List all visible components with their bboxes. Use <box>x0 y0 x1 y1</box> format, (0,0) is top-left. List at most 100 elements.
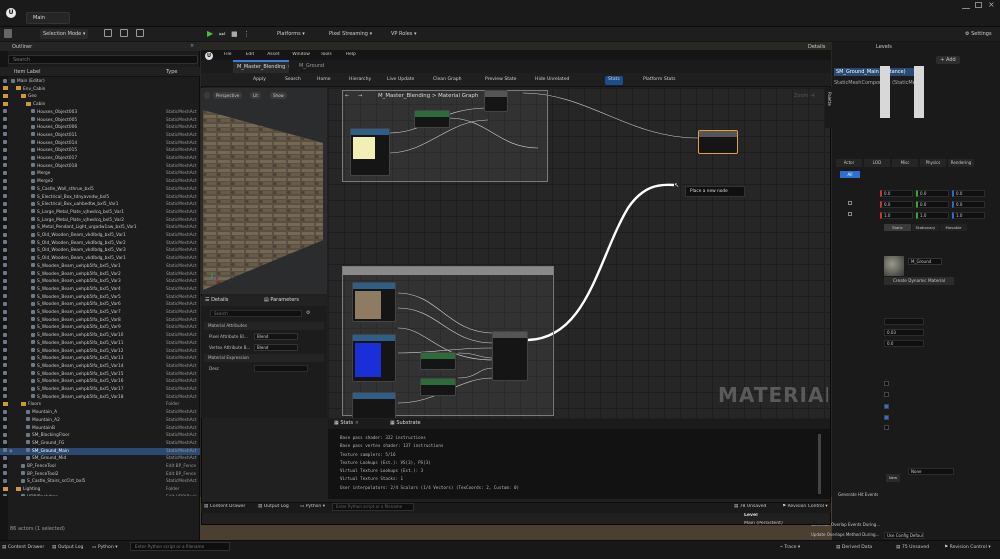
outliner-search-input[interactable]: Search <box>8 55 198 64</box>
material-attributes-node[interactable] <box>492 331 528 381</box>
outliner-row[interactable]: S_Large_Metal_Plate_vjhwdcq_bxl5_Var1 Sta… <box>0 209 200 217</box>
visibility-eye-icon[interactable] <box>3 178 9 186</box>
close-outliner-icon[interactable]: × <box>190 43 194 49</box>
revision-control-button[interactable]: ⚑ Revision Control ▾ <box>944 543 1000 552</box>
menu-item-help[interactable]: Help <box>346 52 356 57</box>
outliner-row[interactable]: Merge StaticMeshAct <box>0 170 200 178</box>
visibility-eye-icon[interactable] <box>3 432 9 440</box>
outliner-row[interactable]: S_Wooden_Beam_uehpb5lfa_bxl5_Var13 Static… <box>0 355 200 363</box>
visibility-eye-icon[interactable] <box>3 224 9 232</box>
transform-field[interactable]: 0.0 <box>952 190 985 197</box>
visibility-eye-icon[interactable] <box>3 494 9 496</box>
lit-button[interactable]: Lit <box>250 92 261 99</box>
outliner-folder-row[interactable]: Geo <box>0 93 200 101</box>
outliner-row[interactable]: S_Wooden_Beam_uehpb5lfa_bxl5_Var9 StaticM… <box>0 324 200 332</box>
close-icon[interactable]: × <box>988 0 995 9</box>
visibility-eye-icon[interactable] <box>3 478 9 486</box>
visibility-eye-icon[interactable] <box>3 294 9 302</box>
visibility-eye-icon[interactable] <box>3 394 9 402</box>
derived-data-button[interactable]: ▤ Derived Data <box>836 543 878 552</box>
outliner-row[interactable]: BP_FenceTool Edit BP_Fence <box>0 463 200 471</box>
context-menu[interactable]: Place a new node <box>685 186 745 197</box>
outliner-row[interactable]: Houses_Object006 StaticMeshAct <box>0 124 200 132</box>
toolbar-stats-button[interactable]: Stats <box>605 76 623 85</box>
outliner-row[interactable]: MountainB StaticMeshAct <box>0 425 200 433</box>
outliner-row[interactable]: Merge2 StaticMeshAct <box>0 178 200 186</box>
visibility-eye-icon[interactable] <box>3 309 9 317</box>
content-drawer-button[interactable]: ▤ Content Drawer <box>2 543 48 552</box>
me-unsaved-button[interactable]: ▤ 78 Unsaved <box>734 504 774 512</box>
outliner-row[interactable]: S_Electrical_Box_tdnyavndw_bxl5 StaticMes… <box>0 194 200 202</box>
outliner-row[interactable]: HDRIBackdrop Edit HDRIBack <box>0 494 200 496</box>
visibility-eye-icon[interactable] <box>3 263 9 271</box>
me-output-log-button[interactable]: ▤ Output Log <box>258 504 292 512</box>
checkbox-on[interactable] <box>884 404 889 409</box>
visibility-eye-icon[interactable] <box>3 386 9 394</box>
menu-item-window[interactable]: Window <box>292 52 310 57</box>
visibility-eye-icon[interactable] <box>3 170 9 178</box>
visibility-eye-icon[interactable] <box>3 255 9 263</box>
toolbar-platform-stats-button[interactable]: Platform Stats <box>643 76 676 85</box>
transform-field[interactable]: 0.0 <box>952 201 985 208</box>
transform-field[interactable]: 0.0 <box>916 201 949 208</box>
viewport-menu-icon[interactable] <box>204 92 210 99</box>
outliner-row[interactable]: S_Wooden_Beam_uehpb5lfa_bxl5_Var2 StaticM… <box>0 271 200 279</box>
outliner-folder-row[interactable]: Env_Cabin <box>0 86 200 94</box>
result-node[interactable] <box>698 130 738 154</box>
actor-name-row[interactable]: SM_Ground_Main (Instance) <box>834 68 914 76</box>
visibility-eye-icon[interactable] <box>3 324 9 332</box>
add-component-button[interactable]: + Add <box>936 56 960 64</box>
outliner-row[interactable]: S_Wooden_Beam_uehpb5lfa_bxl5_Var3 StaticM… <box>0 278 200 286</box>
cinematics-icon[interactable] <box>136 29 144 37</box>
visibility-eye-icon[interactable] <box>3 232 9 240</box>
outliner-row[interactable]: ◉ SM_Ground_Main StaticMeshAct <box>0 447 200 456</box>
checkbox[interactable] <box>884 381 889 386</box>
outliner-row[interactable]: Mountain_A StaticMeshAct <box>0 409 200 417</box>
trace-button[interactable]: ⌁ Trace ▾ <box>780 543 810 552</box>
vertex-attribute-dropdown[interactable]: Blend <box>254 344 298 351</box>
visibility-eye-icon[interactable] <box>3 401 10 409</box>
visibility-eye-icon[interactable] <box>3 363 9 371</box>
material-slot-dropdown[interactable]: M_Ground <box>908 258 942 265</box>
outliner-row[interactable]: S_Wooden_Beam_uehpb5lfa_bxl5_Var7 StaticM… <box>0 309 200 317</box>
levels-tab[interactable]: Levels <box>876 44 906 50</box>
visibility-eye-icon[interactable] <box>3 147 9 155</box>
visibility-eye-icon[interactable] <box>3 425 9 433</box>
math-node[interactable] <box>420 378 456 396</box>
outliner-row[interactable]: S_Old_Wooden_Beam_vkdlbdg_bxl5_Var1 Stati… <box>0 232 200 240</box>
outliner-row[interactable]: S_Wooden_Beam_uehpb5lfa_bxl5_Var1 StaticM… <box>0 263 200 271</box>
outliner-row[interactable]: S_Old_Wooden_Beam_vkdlbdg_bxl5_Var2 Stati… <box>0 240 200 248</box>
outliner-row[interactable]: S_Wooden_Beam_uehpb5lfa_bxl5_Var6 StaticM… <box>0 301 200 309</box>
create-dynamic-material-button[interactable]: Create Dynamic Material <box>884 277 954 285</box>
visibility-eye-icon[interactable] <box>3 348 9 356</box>
outliner-folder-row[interactable]: Lighting Folder <box>0 486 200 494</box>
play-options-icon[interactable]: ⋮ <box>240 29 253 39</box>
close-tab-icon[interactable]: × <box>355 420 359 426</box>
outliner-row[interactable]: S_Metal_Pendant_Light_urgodw1aw_bxl5_Var… <box>0 224 200 232</box>
outliner-row[interactable]: Main (Editor) <box>0 78 200 86</box>
visibility-eye-icon[interactable] <box>3 86 10 94</box>
desc-input[interactable] <box>254 365 308 372</box>
outliner-row[interactable]: SM_BlockingFloor StaticMeshAct <box>0 432 200 440</box>
scalar-field-value[interactable]: 0.0 <box>884 340 924 347</box>
mobility-static[interactable]: Static <box>884 224 911 231</box>
visibility-eye-icon[interactable] <box>3 155 9 163</box>
scalar-field[interactable] <box>884 318 924 325</box>
menu-item-edit[interactable]: Edit <box>246 52 255 57</box>
outliner-row[interactable]: S_Wooden_Beam_uehpb5lfa_bxl5_Var12 Static… <box>0 348 200 356</box>
cmd-dropdown[interactable]: ▭ Python ▾ <box>92 543 128 552</box>
checkbox[interactable] <box>884 392 889 397</box>
visibility-eye-icon[interactable] <box>3 440 9 448</box>
me-content-drawer-button[interactable]: ▤ Content Drawer <box>204 504 256 512</box>
transform-field[interactable]: 0.0 <box>880 190 913 197</box>
visibility-eye-icon[interactable]: ◉ <box>3 448 13 456</box>
outliner-row[interactable]: S_Wooden_Beam_uehpb5lfa_bxl5_Var16 Static… <box>0 378 200 386</box>
console-input[interactable]: Enter Python script or a filename <box>130 542 230 551</box>
toolbar-home-button[interactable]: Home <box>317 76 331 85</box>
add-content-icon[interactable] <box>104 29 112 37</box>
math-node[interactable] <box>420 352 456 370</box>
visibility-eye-icon[interactable] <box>3 101 10 109</box>
section-material-expression[interactable]: Material Expression <box>204 354 324 362</box>
item-label-column[interactable]: Item Label <box>14 69 40 75</box>
outliner-row[interactable]: SM_Ground_Mid StaticMeshAct <box>0 455 200 463</box>
